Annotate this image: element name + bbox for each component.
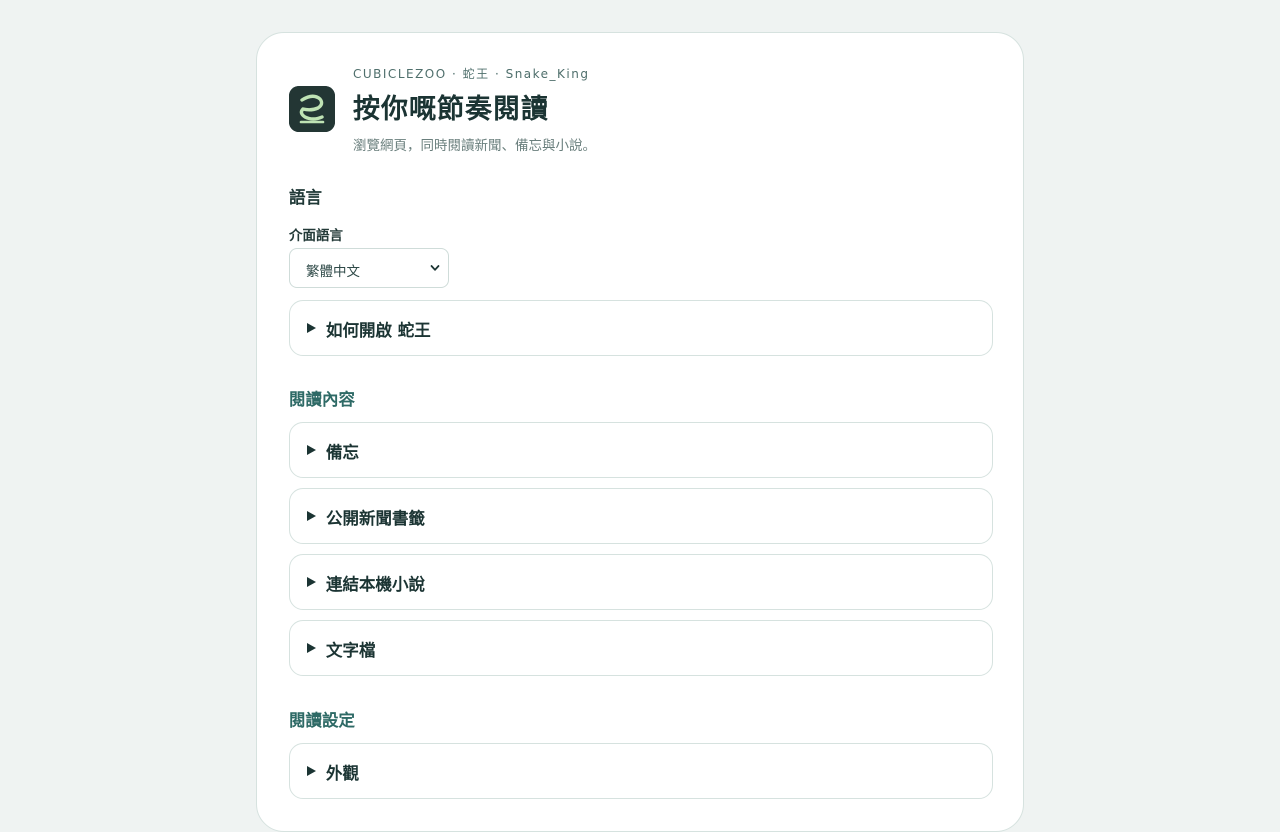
interface-language-value: 繁體中文 xyxy=(306,264,360,280)
memo-disclosure[interactable]: 備忘 xyxy=(289,422,993,478)
how-to-open-disclosure[interactable]: 如何開啟 蛇王 xyxy=(289,300,993,356)
memo-label: 備忘 xyxy=(326,443,359,462)
snake-logo-icon xyxy=(289,86,335,132)
local-novel-disclosure[interactable]: 連結本機小說 xyxy=(289,554,993,610)
text-file-label: 文字檔 xyxy=(326,641,376,660)
triangle-right-icon xyxy=(306,576,317,588)
text-file-disclosure[interactable]: 文字檔 xyxy=(289,620,993,676)
page-title: 按你嘅節奏閱讀 xyxy=(353,94,549,125)
triangle-right-icon xyxy=(306,510,317,522)
section-title-reading-settings: 閱讀設定 xyxy=(289,711,355,730)
triangle-right-icon xyxy=(306,322,317,334)
local-novel-label: 連結本機小說 xyxy=(326,575,425,594)
triangle-right-icon xyxy=(306,642,317,654)
page-subtitle: 瀏覽網頁，同時閱讀新聞、備忘與小說。 xyxy=(353,138,596,154)
appearance-disclosure[interactable]: 外觀 xyxy=(289,743,993,799)
appearance-label: 外觀 xyxy=(326,764,359,783)
triangle-right-icon xyxy=(306,444,317,456)
how-to-open-label: 如何開啟 蛇王 xyxy=(326,321,431,340)
app-header: CUBICLEZOO · 蛇王 · Snake_King 按你嘅節奏閱讀 瀏覽網… xyxy=(289,65,993,155)
news-bookmarks-disclosure[interactable]: 公開新聞書籤 xyxy=(289,488,993,544)
triangle-right-icon xyxy=(306,765,317,777)
interface-language-label: 介面語言 xyxy=(289,228,343,244)
chevron-down-icon xyxy=(430,263,440,273)
section-title-reading-content: 閱讀內容 xyxy=(289,390,355,409)
settings-card: CUBICLEZOO · 蛇王 · Snake_King 按你嘅節奏閱讀 瀏覽網… xyxy=(256,32,1024,832)
interface-language-select[interactable]: 繁體中文 xyxy=(289,248,449,288)
brand-eyebrow: CUBICLEZOO · 蛇王 · Snake_King xyxy=(353,67,590,81)
news-bookmarks-label: 公開新聞書籤 xyxy=(326,509,425,528)
section-title-language: 語言 xyxy=(289,188,322,207)
